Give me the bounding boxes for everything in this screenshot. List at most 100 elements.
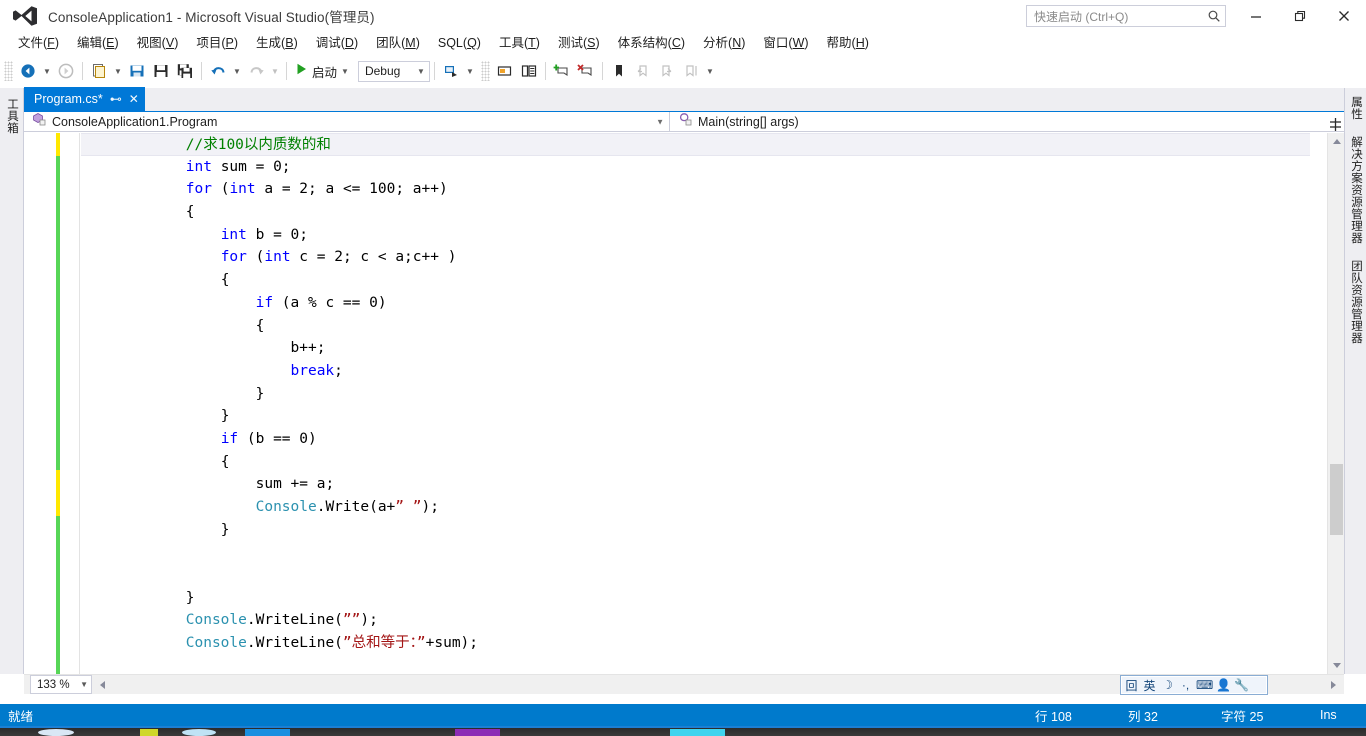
scroll-left-icon[interactable] xyxy=(94,676,111,693)
ime-halfwidth-icon[interactable]: ☽ xyxy=(1160,677,1175,693)
sidebar-item-toolbox[interactable]: 工具箱 xyxy=(2,92,22,140)
code-line[interactable]: if (b == 0) xyxy=(81,428,1310,451)
start-debug-dropdown-icon[interactable]: ▼ xyxy=(341,67,349,76)
attach-dropdown-icon[interactable]: ▼ xyxy=(463,59,477,83)
code-line[interactable]: } xyxy=(81,405,1310,428)
menu-item-0[interactable]: 文件(F) xyxy=(9,33,68,53)
sidebar-item-team-explorer[interactable]: 团队资源管理器 xyxy=(1345,252,1366,352)
taskbar-item[interactable] xyxy=(455,729,500,736)
menu-item-11[interactable]: 分析(N) xyxy=(694,33,754,53)
ime-punctuation-icon[interactable]: ·, xyxy=(1178,677,1193,693)
tab-program-cs[interactable]: Program.cs* ⊷ ✕ xyxy=(24,87,145,111)
menu-item-7[interactable]: SQL(Q) xyxy=(429,33,490,53)
code-text[interactable]: //求100以内质数的和 int sum = 0; for (int a = 2… xyxy=(81,133,1310,674)
close-icon[interactable]: ✕ xyxy=(129,92,139,106)
pin-icon[interactable]: ⊷ xyxy=(110,92,122,106)
code-line[interactable] xyxy=(81,564,1310,587)
menu-item-13[interactable]: 帮助(H) xyxy=(818,33,878,53)
clear-bookmarks-icon[interactable] xyxy=(574,59,598,83)
ime-language-bar[interactable]: 回英 ☽ ·, ⌨ 👤 🔧 xyxy=(1120,675,1268,695)
code-line[interactable]: { xyxy=(81,451,1310,474)
sidebar-item-solution-explorer[interactable]: 解决方案资源管理器 xyxy=(1345,128,1366,252)
ime-mode-icon[interactable]: 回 xyxy=(1124,677,1139,693)
code-line[interactable]: Console.Write(a+” ”); xyxy=(81,496,1310,519)
code-line[interactable]: b++; xyxy=(81,337,1310,360)
scroll-up-icon[interactable] xyxy=(1328,133,1344,150)
code-line[interactable]: //求100以内质数的和 xyxy=(81,133,1310,156)
code-line[interactable]: int b = 0; xyxy=(81,224,1310,247)
save-icon[interactable] xyxy=(149,59,173,83)
attach-to-process-icon[interactable] xyxy=(439,59,463,83)
start-debug-button[interactable]: 启动 ▼ xyxy=(291,60,353,82)
code-line[interactable]: } xyxy=(81,587,1310,610)
code-line[interactable]: { xyxy=(81,269,1310,292)
toolbar-overflow-icon[interactable]: ▼ xyxy=(703,59,717,83)
menu-item-10[interactable]: 体系结构(C) xyxy=(609,33,694,53)
code-line[interactable]: int sum = 0; xyxy=(81,156,1310,179)
toggle-bookmark-icon[interactable] xyxy=(550,59,574,83)
ime-language-label[interactable]: 英 xyxy=(1142,677,1157,693)
code-line[interactable]: } xyxy=(81,519,1310,542)
code-line[interactable]: sum += a; xyxy=(81,473,1310,496)
scroll-down-icon[interactable] xyxy=(1328,657,1344,674)
toolbar-grip-2[interactable] xyxy=(480,61,490,81)
code-editor[interactable]: //求100以内质数的和 int sum = 0; for (int a = 2… xyxy=(24,133,1344,674)
menu-item-3[interactable]: 项目(P) xyxy=(187,33,247,53)
menu-item-1[interactable]: 编辑(E) xyxy=(68,33,128,53)
ime-settings-icon[interactable]: 🔧 xyxy=(1234,677,1249,693)
solution-configuration-select[interactable]: Debug ▼ xyxy=(357,60,430,82)
save-all-icon[interactable] xyxy=(173,59,197,83)
ime-soft-keyboard-icon[interactable]: ⌨ xyxy=(1196,677,1213,693)
code-line[interactable]: Console.WriteLine(”总和等于：”+sum); xyxy=(81,632,1310,655)
menu-item-6[interactable]: 团队(M) xyxy=(367,33,429,53)
close-button[interactable] xyxy=(1322,1,1366,32)
undo-dropdown-icon[interactable]: ▼ xyxy=(230,59,244,83)
navigate-forward-icon[interactable] xyxy=(54,59,78,83)
vertical-scrollbar-thumb[interactable] xyxy=(1330,464,1343,536)
menu-item-8[interactable]: 工具(T) xyxy=(490,33,549,53)
outlining-margin[interactable] xyxy=(66,133,80,674)
code-line[interactable]: Console.WriteLine(””); xyxy=(81,609,1310,632)
zoom-level-select[interactable]: 133 % ▼ xyxy=(30,675,92,694)
quick-launch-input[interactable]: 快速启动 (Ctrl+Q) xyxy=(1026,5,1226,27)
undo-icon[interactable] xyxy=(206,59,230,83)
bookmark-icon[interactable] xyxy=(607,59,631,83)
maximize-restore-button[interactable] xyxy=(1278,1,1322,32)
code-line[interactable]: } xyxy=(81,383,1310,406)
uncomment-selection-icon[interactable] xyxy=(517,59,541,83)
type-navigation-dropdown[interactable]: ConsoleApplication1.Program ▼ xyxy=(24,112,670,131)
sidebar-item-properties[interactable]: 属性 xyxy=(1345,88,1366,128)
code-line[interactable]: { xyxy=(81,315,1310,338)
navigate-backward-icon[interactable] xyxy=(16,59,40,83)
next-bookmark-icon[interactable] xyxy=(655,59,679,83)
comment-selection-icon[interactable] xyxy=(493,59,517,83)
code-line[interactable]: if (a % c == 0) xyxy=(81,292,1310,315)
previous-bookmark-icon[interactable] xyxy=(631,59,655,83)
open-file-icon[interactable] xyxy=(125,59,149,83)
code-line[interactable]: for (int c = 2; c < a;c++ ) xyxy=(81,246,1310,269)
vertical-scrollbar[interactable] xyxy=(1327,133,1344,674)
new-project-icon[interactable] xyxy=(87,59,111,83)
menu-item-5[interactable]: 调试(D) xyxy=(307,33,367,53)
code-line[interactable]: { xyxy=(81,201,1310,224)
code-line[interactable] xyxy=(81,541,1310,564)
next-bookmark-in-folder-icon[interactable] xyxy=(679,59,703,83)
code-line[interactable]: break; xyxy=(81,360,1310,383)
redo-icon[interactable] xyxy=(244,59,268,83)
taskbar-item[interactable] xyxy=(245,729,290,736)
scroll-right-icon[interactable] xyxy=(1325,676,1342,693)
taskbar-icon[interactable] xyxy=(38,729,74,736)
taskbar-icon[interactable] xyxy=(182,729,216,736)
code-line[interactable]: for (int a = 2; a <= 100; a++) xyxy=(81,178,1310,201)
menu-item-9[interactable]: 测试(S) xyxy=(549,33,609,53)
indicator-margin[interactable] xyxy=(24,133,42,674)
menu-item-12[interactable]: 窗口(W) xyxy=(754,33,817,53)
menu-item-4[interactable]: 生成(B) xyxy=(247,33,307,53)
member-navigation-dropdown[interactable]: Main(string[] args) xyxy=(670,112,1344,131)
taskbar-icon[interactable] xyxy=(140,729,158,736)
new-project-dropdown-icon[interactable]: ▼ xyxy=(111,59,125,83)
menu-item-2[interactable]: 视图(V) xyxy=(128,33,188,53)
ime-user-icon[interactable]: 👤 xyxy=(1216,677,1231,693)
toolbar-grip[interactable] xyxy=(4,61,13,81)
navigate-backward-dropdown-icon[interactable]: ▼ xyxy=(40,59,54,83)
